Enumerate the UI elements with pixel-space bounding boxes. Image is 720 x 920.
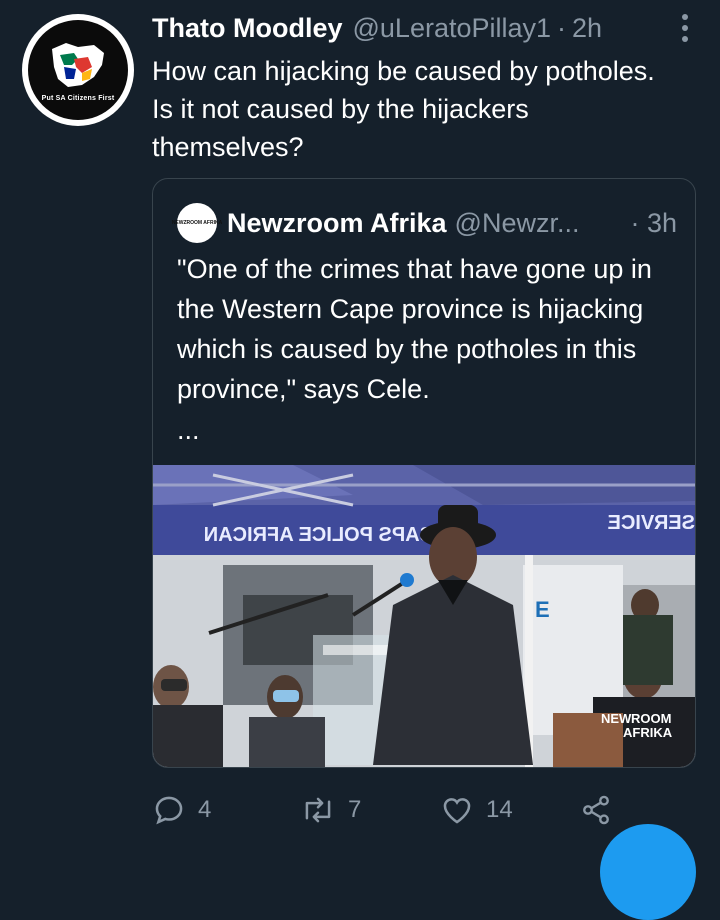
retweet-icon	[305, 797, 331, 823]
reply-button[interactable]: 4	[152, 786, 211, 834]
quoted-time-value: 3h	[646, 207, 677, 238]
tweet-text: How can hijacking be caused by potholes.…	[152, 56, 655, 162]
quoted-avatar-text: NEWZROOM AFRIKA	[171, 220, 223, 226]
quoted-tweet[interactable]: NEWZROOM AFRIKA Newzroom Afrika @Newzr..…	[152, 178, 696, 768]
author-handle[interactable]: @uLeratoPillay1	[353, 13, 552, 44]
share-icon	[583, 795, 609, 825]
reply-icon	[155, 796, 183, 825]
svg-text:E: E	[535, 597, 550, 622]
like-count: 14	[486, 796, 513, 823]
compose-button[interactable]	[600, 824, 696, 920]
quoted-time[interactable]: · 3h	[630, 208, 677, 239]
like-button[interactable]: 14	[440, 786, 513, 834]
quoted-author-name[interactable]: Newzroom Afrika	[227, 208, 447, 239]
tweet-time[interactable]: 2h	[572, 13, 602, 44]
banner-text-right: SERVICE	[608, 512, 695, 534]
reply-count: 4	[198, 796, 212, 823]
watermark-line3: AFRIKA	[623, 725, 673, 740]
avatar-logo: Put SA Citizens First	[28, 20, 128, 120]
sa-map-logo-icon	[52, 42, 104, 87]
quoted-ellipsis: ...	[177, 415, 200, 445]
author-name[interactable]: Thato Moodley	[152, 13, 343, 44]
quoted-media-image[interactable]: SAPS POLICE AFRICAN SERVICE E NEW ROOM A…	[153, 465, 695, 767]
more-icon[interactable]	[680, 8, 690, 48]
like-icon	[443, 798, 471, 824]
tweet-actions: 4 7 14	[152, 786, 672, 834]
author-avatar[interactable]: Put SA Citizens First	[22, 14, 134, 126]
watermark-line2: ROOM	[631, 711, 671, 726]
quoted-avatar[interactable]: NEWZROOM AFRIKA	[172, 203, 222, 243]
quoted-author-handle[interactable]: @Newzr...	[455, 208, 580, 239]
quoted-text: "One of the crimes that have gone up in …	[177, 254, 652, 404]
watermark-line1: NEW	[601, 711, 632, 726]
banner-text-left: SAPS POLICE AFRICAN	[204, 524, 433, 546]
quoted-separator: ·	[630, 207, 640, 238]
share-button[interactable]	[580, 786, 612, 834]
tweet-header: Thato Moodley @uLeratoPillay1 · 2h	[152, 10, 700, 46]
quoted-header: NEWZROOM AFRIKA Newzroom Afrika @Newzr..…	[172, 203, 677, 243]
retweet-count: 7	[348, 796, 362, 823]
retweet-button[interactable]: 7	[300, 786, 361, 834]
press-conference-image: SAPS POLICE AFRICAN SERVICE E NEW ROOM A…	[153, 465, 695, 767]
avatar-caption: Put SA Citizens First	[41, 94, 115, 102]
separator-dot: ·	[557, 12, 567, 43]
